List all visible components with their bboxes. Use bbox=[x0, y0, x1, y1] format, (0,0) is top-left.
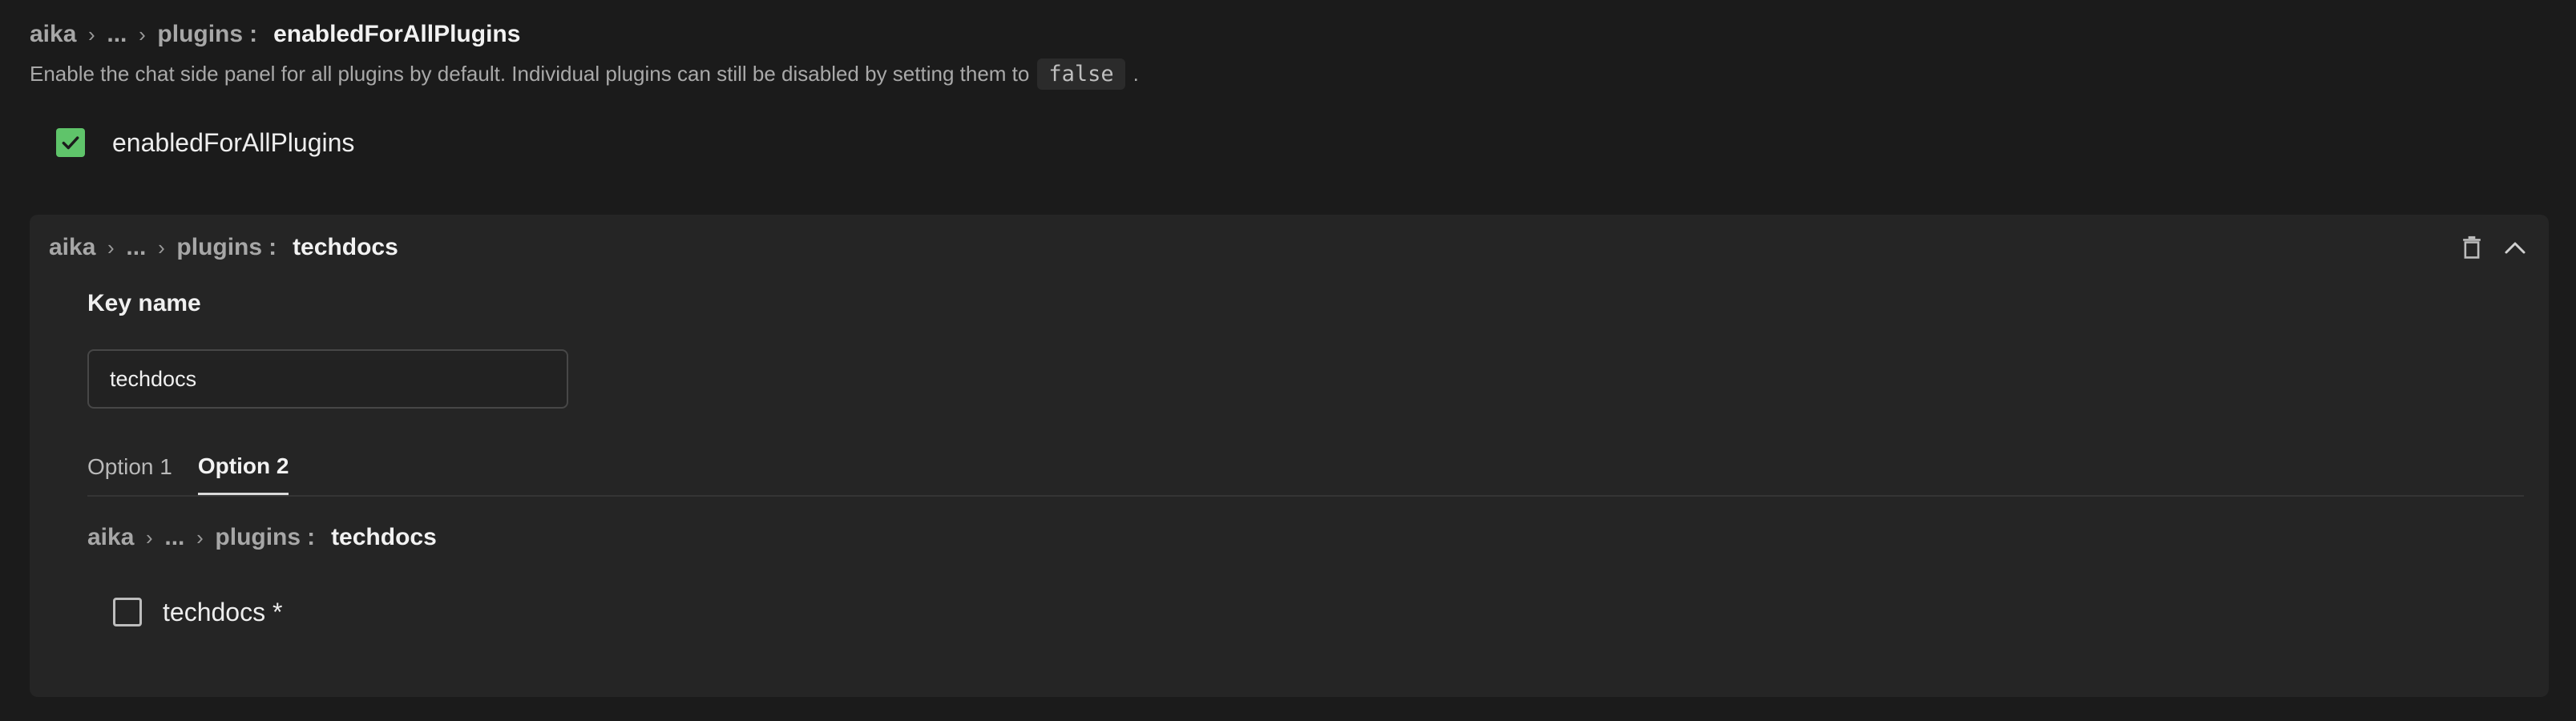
breadcrumb-current: techdocs bbox=[293, 234, 398, 260]
key-name-label: Key name bbox=[87, 290, 201, 316]
checkmark-icon bbox=[62, 136, 79, 150]
field-description: Enable the chat side panel for all plugi… bbox=[30, 56, 1139, 91]
chevron-right-icon: › bbox=[107, 235, 115, 260]
description-text: Enable the chat side panel for all plugi… bbox=[30, 61, 1030, 86]
breadcrumb-colon: : bbox=[307, 524, 316, 550]
techdocs-checkbox-row[interactable]: techdocs * bbox=[113, 596, 282, 628]
enabled-for-all-plugins-checkbox-row[interactable]: enabledForAllPlugins bbox=[56, 127, 354, 159]
breadcrumb: aika › ... › plugins : enabledForAllPlug… bbox=[30, 18, 520, 51]
panel-actions bbox=[2459, 231, 2528, 264]
checkbox-unchecked[interactable] bbox=[113, 598, 142, 626]
chevron-up-icon bbox=[2505, 242, 2526, 254]
option-tabs: Option 1 Option 2 bbox=[87, 444, 2524, 497]
breadcrumb-current: enabledForAllPlugins bbox=[273, 21, 521, 47]
chevron-right-icon: › bbox=[158, 235, 165, 260]
breadcrumb-parent[interactable]: plugins bbox=[176, 234, 262, 261]
panel-breadcrumb: aika › ... › plugins : techdocs bbox=[49, 231, 398, 264]
breadcrumb-current: techdocs bbox=[331, 524, 437, 550]
breadcrumb-colon: : bbox=[269, 234, 277, 260]
chevron-right-icon: › bbox=[139, 22, 146, 46]
page: aika › ... › plugins : enabledForAllPlug… bbox=[0, 0, 2576, 721]
inner-breadcrumb: aika › ... › plugins : techdocs bbox=[87, 521, 437, 554]
description-end: . bbox=[1133, 61, 1139, 86]
breadcrumb-parent[interactable]: plugins bbox=[157, 21, 243, 48]
breadcrumb-parent[interactable]: plugins bbox=[215, 524, 301, 551]
collapse-button[interactable] bbox=[2502, 233, 2528, 262]
key-name-input[interactable] bbox=[87, 349, 568, 409]
breadcrumb-root[interactable]: aika bbox=[49, 234, 95, 261]
trash-icon bbox=[2463, 236, 2481, 259]
chevron-right-icon: › bbox=[196, 525, 204, 550]
code-snippet: false bbox=[1037, 58, 1125, 90]
checkbox-checked[interactable] bbox=[56, 128, 85, 157]
delete-button[interactable] bbox=[2459, 233, 2485, 262]
breadcrumb-root[interactable]: aika bbox=[30, 21, 76, 48]
breadcrumb-root[interactable]: aika bbox=[87, 524, 134, 551]
checkbox-label: enabledForAllPlugins bbox=[112, 127, 355, 157]
breadcrumb-ellipsis[interactable]: ... bbox=[126, 234, 146, 261]
breadcrumb-ellipsis[interactable]: ... bbox=[164, 524, 184, 551]
tab-option-1[interactable]: Option 1 bbox=[87, 444, 172, 495]
plugin-entry-panel: aika › ... › plugins : techdocs Key name… bbox=[30, 215, 2549, 697]
chevron-right-icon: › bbox=[88, 22, 95, 46]
chevron-right-icon: › bbox=[146, 525, 153, 550]
breadcrumb-ellipsis[interactable]: ... bbox=[107, 21, 127, 48]
checkbox-label: techdocs * bbox=[163, 597, 283, 626]
breadcrumb-colon: : bbox=[249, 21, 258, 47]
tab-option-2[interactable]: Option 2 bbox=[197, 444, 289, 495]
